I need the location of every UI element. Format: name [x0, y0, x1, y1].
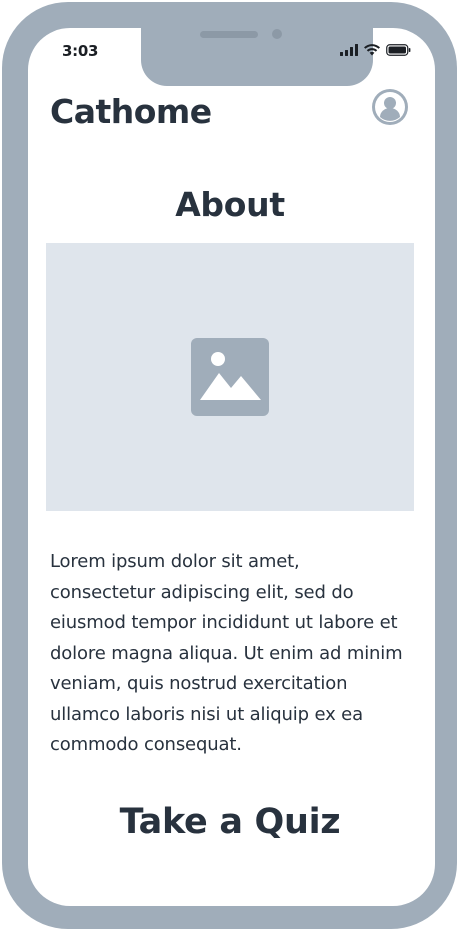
status-icons	[340, 42, 411, 58]
about-image-placeholder	[46, 243, 414, 511]
speaker-grille	[200, 31, 258, 38]
cellular-signal-icon	[340, 44, 358, 56]
user-avatar-icon[interactable]	[372, 89, 408, 125]
about-heading: About	[175, 185, 285, 224]
take-quiz-heading[interactable]: Take a Quiz	[46, 802, 414, 842]
front-camera	[272, 29, 282, 39]
battery-icon	[386, 44, 411, 56]
app-title: Cathome	[50, 92, 212, 131]
image-placeholder-icon	[191, 338, 269, 416]
about-body-text: Lorem ipsum dolor sit amet, consectetur …	[50, 551, 403, 755]
wifi-icon	[364, 44, 380, 56]
status-time: 3:03	[62, 42, 99, 60]
